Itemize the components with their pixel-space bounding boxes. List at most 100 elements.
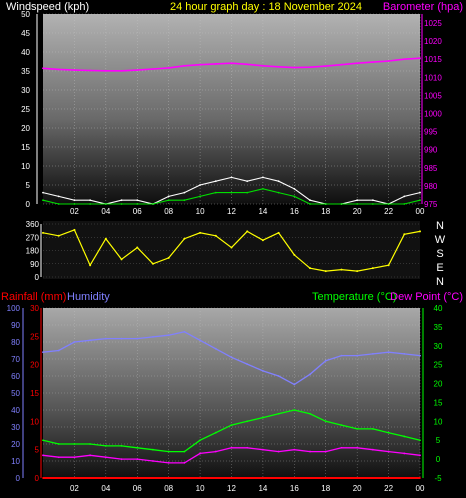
barometer-line-point	[136, 69, 139, 71]
dewpoint-line-point	[57, 456, 60, 459]
rain-y-tick-label: 25	[30, 332, 39, 341]
dewpoint-line-point	[183, 461, 186, 464]
temperature-line-point	[42, 439, 44, 442]
baro-y-tick-label: 1025	[424, 19, 442, 28]
dewpoint-line-point	[387, 450, 390, 453]
top-x-tick-label: 10	[196, 207, 205, 216]
wind-direction-point	[371, 267, 374, 270]
wind-gust-line-point	[262, 176, 264, 179]
wind-direction-point	[324, 270, 327, 273]
wind-direction-point	[246, 230, 249, 233]
rainfall-line-point	[324, 477, 327, 479]
wind-average-line-point	[104, 203, 107, 205]
rainfall-line-point	[73, 477, 76, 479]
humidity-line-point	[419, 354, 421, 357]
barometer-line-point	[230, 62, 233, 65]
bottom-x-tick-label: 18	[321, 484, 330, 493]
wind-average-line-point	[136, 203, 139, 205]
temperature-line-point	[403, 435, 406, 438]
humidity-line-point	[293, 383, 296, 386]
wind-y-tick-label: 50	[21, 10, 30, 19]
wind-y-tick-label: 30	[21, 86, 30, 95]
wind-direction-point	[403, 233, 406, 236]
baro-y-tick-label: 975	[424, 200, 438, 209]
temperature-y-tick-label: 20	[434, 380, 443, 389]
bottom-x-tick-label: 22	[384, 484, 393, 493]
dewpoint-line-point	[246, 446, 249, 449]
dewpoint-line-point	[356, 446, 359, 449]
wind-y-tick-label: 0	[26, 200, 31, 209]
wind-direction-point	[230, 246, 233, 249]
humidity-line-point	[324, 359, 327, 362]
humidity-line-point	[42, 351, 44, 354]
rainfall-line-point	[293, 477, 296, 479]
top-x-tick-label: 22	[384, 207, 393, 216]
baro-y-tick-label: 1000	[424, 110, 442, 119]
baro-y-tick-label: 980	[424, 182, 438, 191]
dewpoint-line-point	[403, 452, 406, 455]
dewpoint-line-point	[136, 458, 139, 461]
rainfall-line-point	[214, 477, 217, 479]
wind-gust-line-point	[199, 184, 201, 186]
rain-y-tick-label: 30	[30, 304, 39, 313]
chart-title: 24 hour graph day : 18 November 2024	[170, 1, 362, 13]
temperature-line-point	[89, 443, 92, 445]
wind-direction-point	[151, 262, 154, 265]
barometer-line-point	[277, 65, 280, 68]
dewpoint-line-point	[104, 456, 107, 459]
direction-y-tick-label: 180	[26, 247, 40, 256]
bottom-x-tick-label: 16	[290, 484, 299, 493]
bottom-x-tick-label: 06	[133, 484, 142, 493]
humidity-y-tick-label: 50	[11, 389, 20, 398]
temperature-y-tick-label: 25	[434, 361, 443, 370]
rainfall-line-point	[277, 477, 280, 479]
barometer-line-point	[371, 61, 374, 64]
dewpoint-line-point	[214, 450, 217, 453]
temperature-line-point	[104, 444, 107, 447]
wind-direction-point	[199, 231, 202, 234]
barometer-line-point	[340, 63, 343, 66]
humidity-line-point	[340, 354, 343, 357]
humidity-line-point	[104, 337, 107, 340]
wind-y-tick-label: 10	[21, 162, 30, 171]
temperature-y-tick-label: -5	[434, 474, 442, 483]
wind-gust-line-point	[89, 199, 92, 202]
wind-gust-line-point	[246, 180, 249, 183]
wind-gust-line-point	[57, 195, 60, 198]
wind-direction-point	[57, 234, 60, 237]
temperature-line-point	[73, 443, 76, 445]
rainfall-line-point	[371, 477, 374, 479]
baro-y-tick-label: 1010	[424, 73, 442, 82]
wind-gust-line-point	[419, 191, 421, 194]
rainfall-line-point	[136, 477, 139, 479]
wind-y-tick-label: 25	[21, 105, 30, 114]
wind-y-tick-label: 15	[21, 143, 30, 152]
top-x-tick-label: 08	[164, 207, 173, 216]
wind-average-line-point	[167, 199, 170, 202]
dewpoint-line-point	[262, 448, 264, 451]
barometer-line-point	[152, 68, 154, 70]
wind-direction-point	[136, 246, 139, 249]
baro-y-tick-label: 1005	[424, 91, 442, 100]
humidity-line-point	[371, 353, 374, 355]
wind-average-line-point	[120, 203, 123, 205]
wind-gust-line-point	[356, 199, 359, 202]
bottom-x-tick-label: 00	[416, 484, 425, 493]
wind-direction-point	[214, 234, 217, 237]
bottom-x-tick-label: 12	[227, 484, 236, 493]
bottom-x-tick-label: 10	[196, 484, 205, 493]
temperature-line-point	[293, 409, 296, 411]
barometer-line-point	[419, 57, 421, 60]
top-x-tick-label: 02	[70, 207, 79, 216]
barometer-line-point	[73, 69, 76, 71]
compass-label: E	[436, 262, 443, 274]
dewpoint-line-point	[293, 448, 296, 451]
temperature-line-point	[277, 412, 280, 415]
humidity-line-point	[152, 336, 154, 338]
wind-gust-line-point	[230, 176, 233, 179]
humidity-line-point	[199, 339, 201, 342]
rainfall-line-point	[387, 477, 390, 479]
wind-average-line-point	[246, 191, 249, 194]
humidity-y-tick-label: 100	[7, 304, 21, 313]
wind-y-tick-label: 35	[21, 67, 30, 76]
